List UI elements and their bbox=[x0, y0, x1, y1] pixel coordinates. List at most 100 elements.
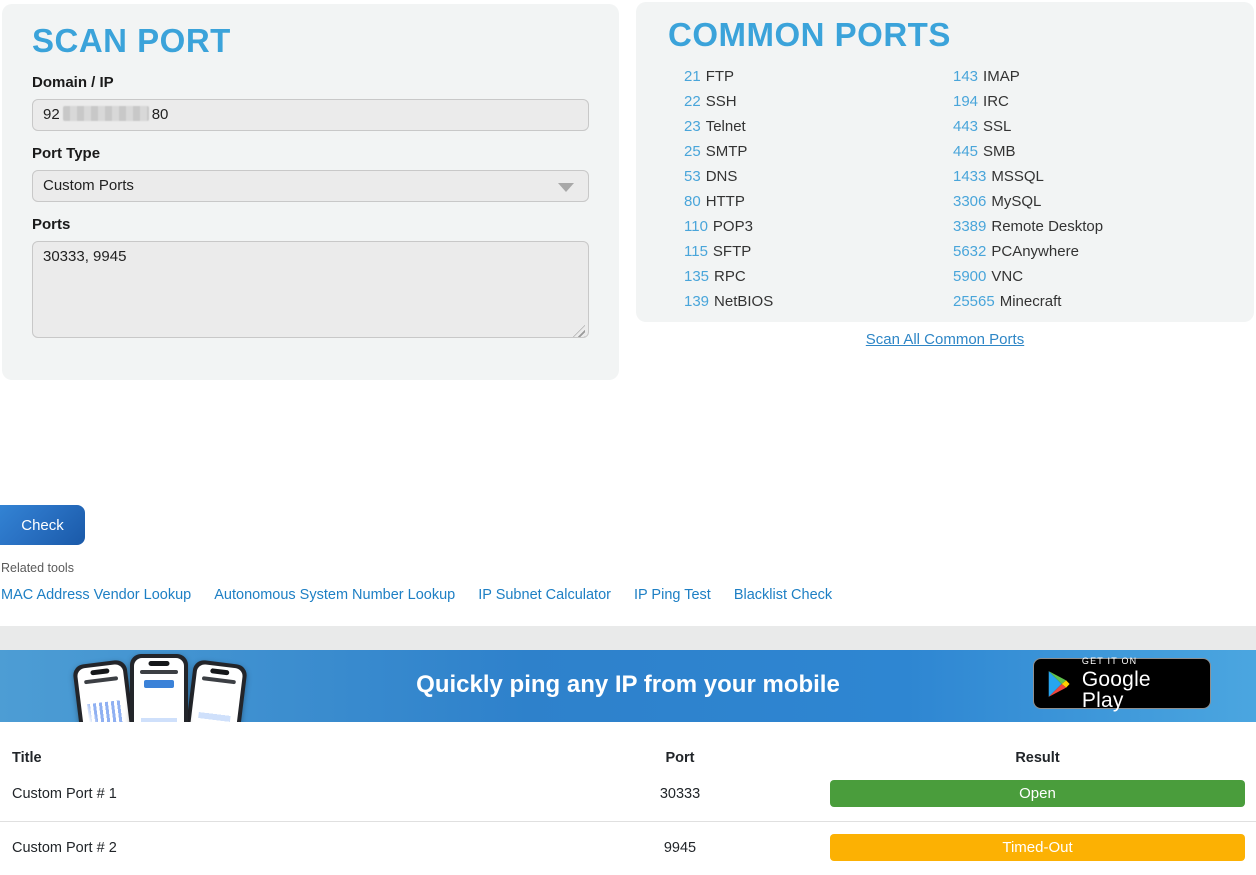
common-port-item: 443 SSL bbox=[953, 114, 1103, 139]
phone-mockup bbox=[182, 659, 248, 722]
port-name: Remote Desktop bbox=[991, 218, 1103, 235]
phone-notch bbox=[90, 668, 110, 675]
related-tools-links: MAC Address Vendor Lookup Autonomous Sys… bbox=[1, 587, 832, 603]
ports-textarea[interactable]: 30333, 9945 bbox=[32, 241, 589, 338]
port-type-label: Port Type bbox=[32, 145, 589, 162]
common-ports-column-right: 143 IMAP 194IRC 443 SSL 445 SMB 1433 MSSQL 3… bbox=[953, 64, 1103, 314]
link-blacklist-check[interactable]: Blacklist Check bbox=[734, 587, 832, 603]
common-port-item: 25565Minecraft bbox=[953, 289, 1103, 314]
common-port-item: 139NetBIOS bbox=[684, 289, 953, 314]
common-ports-title: COMMON PORTS bbox=[668, 16, 1254, 54]
phone-screen-button bbox=[144, 680, 174, 688]
phone-screen-chart bbox=[87, 700, 124, 722]
phone-screen bbox=[134, 658, 184, 722]
port-number: 5900 bbox=[953, 268, 986, 285]
header-result: Result bbox=[830, 750, 1245, 766]
port-name: SFTP bbox=[713, 243, 751, 260]
scan-all-wrap: Scan All Common Ports bbox=[636, 331, 1254, 348]
port-name: POP3 bbox=[713, 218, 753, 235]
related-tools-label: Related tools bbox=[1, 561, 74, 575]
common-port-item: 22 SSH bbox=[684, 89, 953, 114]
results-table-header: Title Port Result bbox=[0, 722, 1256, 766]
phone-mockup bbox=[72, 659, 138, 722]
phone-notch bbox=[149, 661, 170, 666]
port-name: IMAP bbox=[983, 68, 1020, 85]
domain-ip-masked-blur bbox=[63, 106, 149, 121]
google-play-text: GET IT ON Google Play bbox=[1082, 657, 1198, 711]
common-port-item: 194IRC bbox=[953, 89, 1103, 114]
scan-port-page: SCAN PORT Domain / IP 92 80 Port Type Cus… bbox=[0, 0, 1256, 875]
results-table: Title Port Result Custom Port # 1 30333 … bbox=[0, 722, 1256, 873]
port-number: 5632 bbox=[953, 243, 986, 260]
phone-screen-title-bar bbox=[140, 670, 178, 674]
table-row: Custom Port # 1 30333 Open bbox=[0, 766, 1256, 822]
common-port-item: 53 DNS bbox=[684, 164, 953, 189]
phone-screen bbox=[187, 664, 244, 722]
common-port-item: 135RPC bbox=[684, 264, 953, 289]
port-number: 110 bbox=[684, 218, 708, 235]
port-name: MSSQL bbox=[991, 168, 1044, 185]
common-port-item: 23Telnet bbox=[684, 114, 953, 139]
port-number: 25 bbox=[684, 143, 701, 160]
scan-all-common-ports-link[interactable]: Scan All Common Ports bbox=[866, 331, 1024, 348]
phone-screen-tool-grid bbox=[141, 716, 177, 722]
port-name: DNS bbox=[706, 168, 738, 185]
link-ip-ping-test[interactable]: IP Ping Test bbox=[634, 587, 711, 603]
google-play-icon bbox=[1046, 670, 1072, 698]
common-port-item: 5632PCAnywhere bbox=[953, 239, 1103, 264]
common-port-item: 110 POP3 bbox=[684, 214, 953, 239]
google-play-badge[interactable]: GET IT ON Google Play bbox=[1033, 658, 1211, 709]
domain-ip-label: Domain / IP bbox=[32, 74, 589, 91]
port-name: SSH bbox=[706, 93, 737, 110]
ports-textarea-wrap: 30333, 9945 bbox=[32, 241, 589, 342]
scan-port-panel: SCAN PORT Domain / IP 92 80 Port Type Cus… bbox=[2, 4, 619, 380]
scan-form: Domain / IP 9280 Port Type Custom Ports … bbox=[32, 74, 589, 342]
chevron-down-icon bbox=[558, 183, 574, 192]
link-ip-subnet-calculator[interactable]: IP Subnet Calculator bbox=[478, 587, 611, 603]
port-number: 22 bbox=[684, 93, 701, 110]
port-type-select[interactable]: Custom Ports bbox=[32, 170, 589, 202]
phone-screen bbox=[77, 664, 134, 722]
port-number: 3306 bbox=[953, 193, 986, 210]
domain-ip-input[interactable]: 92 80 bbox=[32, 99, 589, 131]
mobile-app-banner: Quickly ping any IP from your mobile GET… bbox=[0, 650, 1256, 722]
divider-strip bbox=[0, 626, 1256, 650]
port-name: VNC bbox=[991, 268, 1023, 285]
port-number: 3389 bbox=[953, 218, 986, 235]
row-port: 9945 bbox=[530, 840, 830, 856]
port-type-selected-value: Custom Ports bbox=[43, 177, 134, 194]
domain-ip-suffix: 80 bbox=[152, 106, 169, 123]
common-ports-list: 21FTP 22SSH 23Telnet 25SMTP 53DNS 80HTTP… bbox=[684, 64, 1254, 314]
row-port: 30333 bbox=[530, 786, 830, 802]
port-number: 445 bbox=[953, 143, 978, 160]
page-title: SCAN PORT bbox=[32, 22, 619, 60]
header-title: Title bbox=[12, 750, 530, 766]
link-asn-lookup[interactable]: Autonomous System Number Lookup bbox=[214, 587, 455, 603]
phone-notch bbox=[210, 668, 230, 675]
port-number: 21 bbox=[684, 68, 701, 85]
status-badge-timed-out: Timed-Out bbox=[830, 834, 1245, 861]
port-name: SSL bbox=[983, 118, 1011, 135]
phone-screen-tool-grid bbox=[194, 710, 230, 722]
port-number: 53 bbox=[684, 168, 701, 185]
port-number: 143 bbox=[953, 68, 978, 85]
common-port-item: 5900 VNC bbox=[953, 264, 1103, 289]
port-number: 115 bbox=[684, 243, 708, 260]
port-name: MySQL bbox=[991, 193, 1041, 210]
port-name: SMB bbox=[983, 143, 1016, 160]
port-number: 443 bbox=[953, 118, 978, 135]
common-port-item: 21FTP bbox=[684, 64, 953, 89]
ports-label: Ports bbox=[32, 216, 589, 233]
domain-ip-prefix: 92 bbox=[43, 106, 60, 123]
table-row: Custom Port # 2 9945 Timed-Out bbox=[0, 822, 1256, 873]
link-mac-address-vendor-lookup[interactable]: MAC Address Vendor Lookup bbox=[1, 587, 191, 603]
check-button[interactable]: Check bbox=[0, 505, 85, 545]
common-port-item: 25SMTP bbox=[684, 139, 953, 164]
port-number: 1433 bbox=[953, 168, 986, 185]
port-name: RPC bbox=[714, 268, 746, 285]
common-port-item: 3306 MySQL bbox=[953, 189, 1103, 214]
common-port-item: 115 SFTP bbox=[684, 239, 953, 264]
common-port-item: 3389 Remote Desktop bbox=[953, 214, 1103, 239]
port-name: NetBIOS bbox=[714, 293, 773, 310]
phone-screen-title-bar bbox=[202, 676, 236, 684]
